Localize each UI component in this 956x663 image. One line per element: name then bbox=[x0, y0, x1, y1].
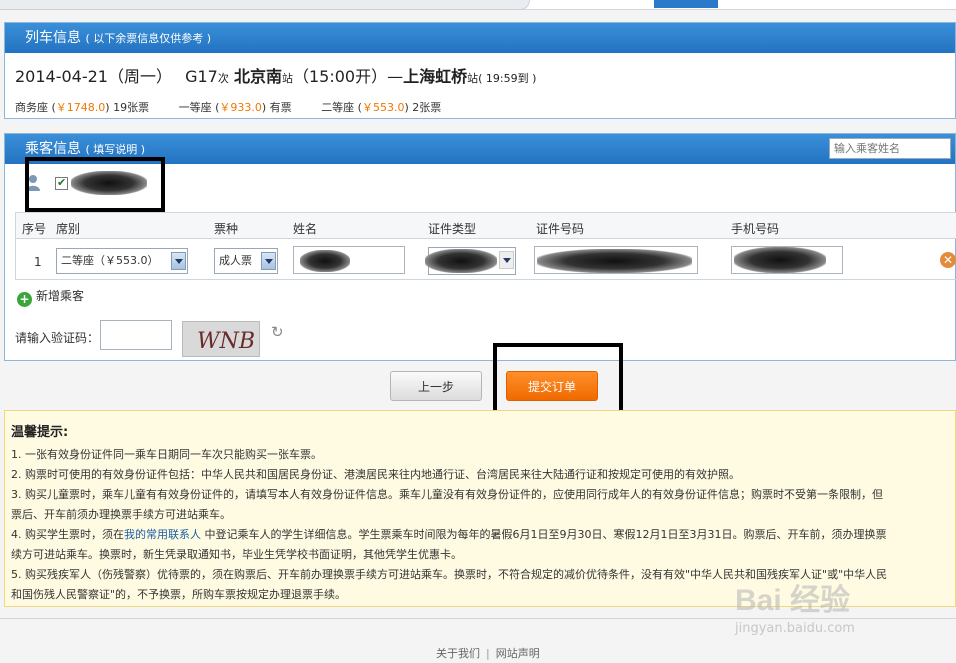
notice-item-4-post: 中登记乘车人的学生详细信息。学生票乘车时间限为每年的暑假6月1日至9月30日、寒… bbox=[201, 528, 887, 541]
notice-title: 温馨提示: bbox=[11, 425, 69, 440]
add-passenger-button[interactable]: + 新增乘客 bbox=[17, 287, 84, 307]
notice-item-3: 3. 购买儿童票时，乘车儿童有有效身份证件的，请填写本人有效身份证件信息。乘车儿… bbox=[11, 488, 883, 501]
train-info-header: 列车信息 ( 以下余票信息仅供参考 ) bbox=[5, 23, 955, 53]
row-index: 1 bbox=[34, 255, 42, 269]
top-navigation-bar bbox=[0, 0, 956, 10]
ticket-type-select[interactable]: 成人票 bbox=[214, 248, 278, 274]
footer: 关于我们 | 网站声明 bbox=[0, 618, 956, 663]
travel-date: 2014-04-21 bbox=[15, 67, 108, 86]
footer-links: 关于我们 | 网站声明 bbox=[436, 645, 540, 661]
col-ticket-type: 票种 bbox=[214, 222, 239, 236]
chevron-down-icon bbox=[171, 252, 186, 270]
col-id-type: 证件类型 bbox=[428, 222, 477, 236]
travel-weekday: （周一） bbox=[107, 67, 172, 86]
id-type-select[interactable] bbox=[425, 247, 516, 275]
notice-item-4-pre: 4. 购买学生票时，须在 bbox=[11, 528, 124, 541]
seat-second-label: 二等座 ( bbox=[321, 101, 362, 114]
about-link[interactable]: 关于我们 bbox=[436, 647, 480, 660]
notice-panel: 温馨提示: 1. 一张有效身份证件同一乘车日期同一车次只能购买一张车票。 2. … bbox=[4, 410, 956, 607]
captcha-glyphs: WNB bbox=[197, 329, 255, 354]
notice-item-5: 5. 购买残疾军人（伤残警察）优待票的，须在购票后、开车前办理换票手续方可进站乘… bbox=[11, 568, 888, 581]
passenger-search-input[interactable] bbox=[829, 138, 951, 159]
passenger-info-title: 乘客信息 bbox=[25, 141, 81, 157]
submit-order-button[interactable]: 提交订单 bbox=[506, 371, 598, 401]
redacted-phone bbox=[734, 247, 826, 273]
from-station: 北京南 bbox=[233, 67, 282, 86]
plus-icon: + bbox=[17, 292, 32, 307]
seat-first-label: 一等座 ( bbox=[178, 101, 220, 114]
seat-second-class: 二等座 (￥553.0) 2张票 bbox=[321, 101, 441, 114]
to-station-suffix: 站 bbox=[467, 72, 479, 85]
nav-tab-1[interactable] bbox=[584, 0, 634, 8]
contacts-link[interactable]: 我的常用联系人 bbox=[124, 528, 201, 541]
seat-type-select[interactable]: 二等座（￥553.0） bbox=[56, 248, 188, 274]
close-icon[interactable]: ✕ bbox=[940, 252, 956, 268]
passenger-table-header: 序号 席别 票种 姓名 证件类型 证件号码 手机号码 bbox=[16, 213, 956, 239]
seat-second-price: ￥553.0 bbox=[361, 101, 405, 114]
seat-second-count: ) 2张票 bbox=[404, 101, 442, 114]
previous-step-button[interactable]: 上一步 bbox=[390, 371, 482, 401]
col-name: 姓名 bbox=[293, 222, 318, 236]
seat-business-price: ￥1748.0 bbox=[55, 101, 106, 114]
passenger-info-note[interactable]: ( 填写说明 ) bbox=[85, 143, 145, 156]
train-number-suffix: 次 bbox=[217, 72, 229, 85]
notice-item-4: 4. 购买学生票时，须在我的常用联系人 中登记乘车人的学生详细信息。学生票乘车时… bbox=[11, 525, 949, 545]
seat-availability: 商务座 (￥1748.0) 19张票 一等座 (￥933.0) 有票 二等座 (… bbox=[15, 99, 463, 115]
seat-business-label: 商务座 ( bbox=[15, 101, 56, 114]
notice-item-1: 1. 一张有效身份证件同一乘车日期同一车次只能购买一张车票。 bbox=[11, 448, 322, 461]
col-id-number: 证件号码 bbox=[536, 222, 585, 236]
nav-tab-3[interactable] bbox=[738, 0, 798, 8]
col-seat: 席别 bbox=[56, 222, 81, 236]
footer-separator: | bbox=[486, 647, 490, 660]
seat-type-value: 二等座（￥553.0） bbox=[61, 254, 159, 267]
passenger-name-field[interactable] bbox=[293, 246, 405, 274]
nav-tab-active[interactable] bbox=[654, 0, 718, 8]
col-phone: 手机号码 bbox=[731, 222, 780, 236]
captcha-text: WNB bbox=[197, 329, 255, 354]
col-index: 序号 bbox=[22, 222, 47, 236]
statement-link[interactable]: 网站声明 bbox=[496, 647, 540, 660]
nav-tab-5[interactable] bbox=[900, 0, 956, 8]
captcha-image[interactable]: WNB bbox=[182, 321, 260, 357]
chevron-down-icon bbox=[499, 251, 514, 269]
passenger-table: 序号 席别 票种 姓名 证件类型 证件号码 手机号码 1 二等座（￥553.0）… bbox=[15, 212, 956, 280]
notice-item-3-cont: 票后、开车前须办理换票手续方可进站乘车。 bbox=[11, 508, 231, 521]
seat-first-count: ) 有票 bbox=[261, 101, 292, 114]
redacted-id-number bbox=[537, 249, 692, 273]
notice-item-5-cont: 和国伤残人民警察证"的，不予换票，所购车票按规定办理退票手续。 bbox=[11, 588, 347, 601]
train-number: G17 bbox=[185, 67, 218, 86]
seat-first-class: 一等座 (￥933.0) 有票 bbox=[179, 101, 292, 114]
notice-item-4-cont: 续方可进站乘车。换票时，新生凭录取通知书，毕业生凭学校书面证明，其他凭学生优惠卡… bbox=[11, 548, 462, 561]
from-station-suffix: 站 bbox=[281, 72, 293, 85]
id-number-field[interactable] bbox=[534, 246, 698, 274]
train-info-title: 列车信息 bbox=[25, 30, 81, 46]
seat-business: 商务座 (￥1748.0) 19张票 bbox=[15, 101, 149, 114]
train-info-panel: 列车信息 ( 以下余票信息仅供参考 ) 2014-04-21（周一） G17次 … bbox=[4, 22, 956, 119]
chevron-down-icon bbox=[261, 252, 276, 270]
train-route: 2014-04-21（周一） G17次 北京南站（15:00开）—上海虹桥站( … bbox=[15, 63, 536, 87]
depart-time: （15:00开） bbox=[292, 67, 388, 86]
seat-business-count: ) 19张票 bbox=[105, 101, 150, 114]
redacted-name bbox=[300, 250, 350, 272]
to-station: 上海虹桥 bbox=[403, 67, 468, 86]
notice-item-2: 2. 购票时可使用的有效身份证件包括：中华人民共和国居民身份证、港澳居民来往内地… bbox=[11, 468, 740, 481]
captcha-label: 请输入验证码： bbox=[15, 331, 100, 345]
header-curve bbox=[0, 0, 530, 10]
ticket-type-value: 成人票 bbox=[219, 254, 252, 267]
refresh-icon[interactable]: ↻ bbox=[271, 324, 287, 340]
nav-tab-4[interactable] bbox=[820, 0, 878, 8]
arrive-time: ( 19:59到 ) bbox=[478, 72, 537, 85]
redacted-id-type bbox=[425, 249, 497, 273]
phone-number-field[interactable] bbox=[731, 246, 843, 274]
highlight-box-passenger bbox=[25, 157, 165, 212]
route-dash: — bbox=[387, 67, 404, 86]
captcha-input[interactable] bbox=[100, 320, 172, 350]
add-passenger-label: 新增乘客 bbox=[36, 289, 85, 303]
train-info-note: ( 以下余票信息仅供参考 ) bbox=[85, 32, 212, 45]
seat-first-price: ￥933.0 bbox=[219, 101, 262, 114]
